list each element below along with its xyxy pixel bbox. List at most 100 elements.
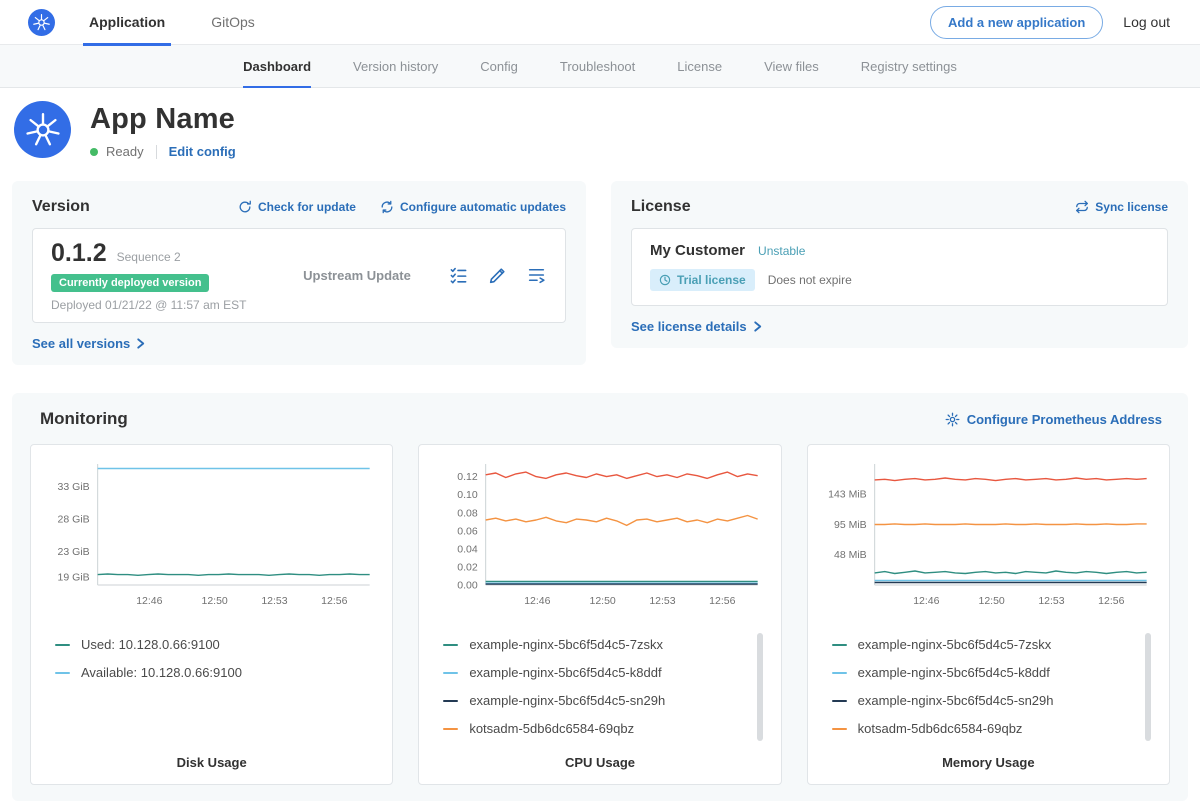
kubernetes-wheel-icon	[24, 111, 62, 149]
license-type-row: Trial license Does not expire	[650, 269, 1149, 291]
subtab-dashboard[interactable]: Dashboard	[222, 45, 332, 87]
configure-prometheus-link[interactable]: Configure Prometheus Address	[945, 412, 1162, 427]
legend-label: example-nginx-5bc6f5d4c5-k8ddf	[469, 665, 661, 680]
legend-label: example-nginx-5bc6f5d4c5-sn29h	[469, 693, 665, 708]
legend-item: Available: 10.128.0.66:9100	[55, 665, 360, 680]
see-all-versions-link[interactable]: See all versions	[32, 336, 146, 351]
cpu-usage-plot: 0.120.100.080.060.040.020.0012:4612:5012…	[429, 457, 770, 609]
ready-status-dot	[90, 148, 98, 156]
legend-label: kotsadm-5db6dc6584-69qbz	[858, 721, 1023, 736]
svg-text:23 GiB: 23 GiB	[58, 546, 90, 558]
version-card-actions: Check for update Configure automatic upd…	[238, 200, 566, 214]
legend-item: example-nginx-5bc6f5d4c5-sn29h	[832, 693, 1137, 708]
memory-usage-chart-card: 143 MiB95 MiB48 MiB12:4612:5012:5312:56 …	[807, 444, 1170, 785]
memory-usage-plot: 143 MiB95 MiB48 MiB12:4612:5012:5312:56	[818, 457, 1159, 609]
tab-gitops-label: GitOps	[211, 14, 255, 30]
expiration-label: Does not expire	[768, 273, 852, 287]
page-title: App Name	[90, 103, 236, 136]
monitoring-card: Monitoring Configure Prometheus Address …	[12, 393, 1188, 801]
edit-config-icon[interactable]	[487, 265, 508, 286]
svg-text:12:46: 12:46	[913, 595, 939, 607]
version-card: Version Check for update	[12, 181, 586, 365]
kubernetes-wheel-icon	[32, 13, 51, 32]
deployed-timestamp: Deployed 01/21/22 @ 11:57 am EST	[51, 298, 266, 312]
chart-title: CPU Usage	[429, 755, 770, 770]
top-cards-row: Version Check for update	[12, 181, 1188, 365]
subtab-view-files[interactable]: View files	[743, 45, 840, 87]
top-navbar: Application GitOps Add a new application…	[0, 0, 1200, 45]
svg-text:12:53: 12:53	[261, 595, 287, 607]
version-info: 0.1.2 Sequence 2 Currently deployed vers…	[51, 239, 266, 312]
kubernetes-logo[interactable]	[28, 9, 55, 36]
legend-line-swatch	[55, 644, 70, 646]
clock-icon	[659, 274, 671, 286]
svg-text:12:50: 12:50	[201, 595, 227, 607]
edit-config-link[interactable]: Edit config	[169, 144, 236, 159]
license-card-header: License Sync license	[631, 197, 1168, 217]
preflight-checks-icon[interactable]	[448, 265, 469, 286]
monitoring-title: Monitoring	[40, 409, 128, 429]
trial-license-label: Trial license	[677, 273, 746, 287]
logout-button[interactable]: Log out	[1123, 14, 1170, 30]
legend-item: example-nginx-5bc6f5d4c5-7zskx	[443, 637, 748, 652]
legend-label: example-nginx-5bc6f5d4c5-k8ddf	[858, 665, 1050, 680]
check-for-update-link[interactable]: Check for update	[238, 200, 356, 214]
svg-text:0.08: 0.08	[458, 507, 479, 519]
svg-text:12:50: 12:50	[978, 595, 1004, 607]
svg-text:12:56: 12:56	[709, 595, 735, 607]
legend-line-swatch	[443, 700, 458, 702]
add-application-button[interactable]: Add a new application	[930, 6, 1103, 39]
legend-item: kotsadm-5db6dc6584-69qbz	[832, 721, 1137, 736]
license-details-row: My Customer Unstable Trial license Does …	[631, 228, 1168, 306]
customer-row: My Customer Unstable	[650, 239, 1149, 259]
version-card-header: Version Check for update	[32, 197, 566, 217]
legend-item: example-nginx-5bc6f5d4c5-7zskx	[832, 637, 1137, 652]
sync-license-link[interactable]: Sync license	[1075, 200, 1168, 214]
topnav-right: Add a new application Log out	[930, 6, 1170, 39]
svg-text:143 MiB: 143 MiB	[828, 488, 867, 500]
svg-text:12:46: 12:46	[136, 595, 162, 607]
see-license-details-link[interactable]: See license details	[631, 319, 763, 334]
charts-row: 33 GiB28 GiB23 GiB19 GiB12:4612:5012:531…	[30, 444, 1170, 785]
deployed-version-badge: Currently deployed version	[51, 274, 209, 292]
legend-line-swatch	[832, 672, 847, 674]
see-all-versions-label: See all versions	[32, 336, 130, 351]
trial-license-badge: Trial license	[650, 269, 755, 291]
subtab-license[interactable]: License	[656, 45, 743, 87]
sequence-label: Sequence 2	[117, 250, 181, 264]
legend-scrollbar[interactable]	[757, 633, 763, 741]
legend-label: Available: 10.128.0.66:9100	[81, 665, 242, 680]
tab-application-label: Application	[89, 14, 165, 30]
legend-label: Used: 10.128.0.66:9100	[81, 637, 220, 652]
check-for-update-label: Check for update	[258, 200, 356, 214]
license-card: License Sync license My Customer Unstabl…	[611, 181, 1188, 348]
legend-line-swatch	[443, 728, 458, 730]
disk-usage-chart-card: 33 GiB28 GiB23 GiB19 GiB12:4612:5012:531…	[30, 444, 393, 785]
legend-item: example-nginx-5bc6f5d4c5-k8ddf	[832, 665, 1137, 680]
license-card-title: License	[631, 198, 691, 216]
subtab-troubleshoot[interactable]: Troubleshoot	[539, 45, 656, 87]
legend-line-swatch	[832, 700, 847, 702]
configure-automatic-updates-link[interactable]: Configure automatic updates	[380, 200, 566, 214]
legend-scrollbar[interactable]	[1145, 633, 1151, 741]
chevron-right-icon	[135, 338, 146, 349]
version-number-row: 0.1.2 Sequence 2	[51, 239, 266, 268]
svg-text:12:50: 12:50	[590, 595, 616, 607]
deploy-logs-icon[interactable]	[526, 265, 547, 286]
legend-item: Used: 10.128.0.66:9100	[55, 637, 360, 652]
legend-item: example-nginx-5bc6f5d4c5-k8ddf	[443, 665, 748, 680]
version-card-title: Version	[32, 198, 90, 216]
legend-line-swatch	[832, 644, 847, 646]
auto-update-icon	[380, 200, 394, 214]
cpu-usage-legend: example-nginx-5bc6f5d4c5-7zskx example-ng…	[443, 637, 770, 736]
svg-text:12:56: 12:56	[1098, 595, 1124, 607]
tab-application[interactable]: Application	[89, 0, 165, 45]
legend-item: example-nginx-5bc6f5d4c5-sn29h	[443, 693, 748, 708]
legend-line-swatch	[443, 644, 458, 646]
tab-gitops[interactable]: GitOps	[211, 0, 255, 45]
see-license-details-label: See license details	[631, 319, 747, 334]
subtab-version-history[interactable]: Version history	[332, 45, 459, 87]
subtab-config[interactable]: Config	[459, 45, 539, 87]
sync-license-label: Sync license	[1095, 200, 1168, 214]
subtab-registry-settings[interactable]: Registry settings	[840, 45, 978, 87]
